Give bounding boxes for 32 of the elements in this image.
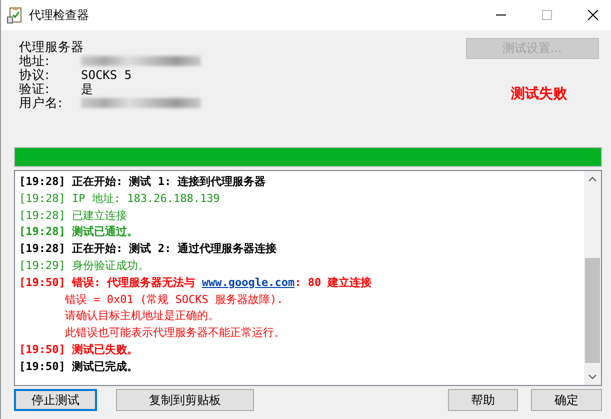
log-line: [19:29] 身份验证成功。	[19, 258, 149, 274]
log-line: [19:28] IP 地址: 183.26.188.139	[19, 190, 220, 207]
log-line: [19:50] 测试已完成。	[19, 358, 138, 375]
log-line: 请确认目标主机地址是正确的。	[65, 308, 219, 324]
log-line: [19:50] 错误: 代理服务器无法与 www.google.com: 80 建立连接	[19, 274, 372, 291]
log-line: [19:50] 测试已失败。	[19, 342, 138, 358]
dialog-button[interactable]: 复制到剪贴板	[116, 389, 254, 411]
link[interactable]: www.google.com	[202, 276, 295, 289]
clipboard-check-icon	[7, 6, 23, 24]
log-line: [19:28] 正在开始: 测试 1: 连接到代理服务器	[19, 174, 266, 190]
scroll-down-icon[interactable]	[588, 374, 597, 380]
scroll-up-icon[interactable]	[588, 176, 597, 182]
dialog-button[interactable]: 停止测试	[14, 389, 97, 411]
field-value: SOCKS 5	[81, 68, 132, 82]
close-icon[interactable]	[587, 9, 599, 21]
scroll-thumb[interactable]	[585, 258, 600, 363]
field-label: 用户名:	[19, 96, 64, 110]
log-line: [19:28] 正在开始: 测试 2: 通过代理服务器连接	[19, 241, 277, 258]
dialog-button[interactable]: 确定	[531, 389, 602, 411]
test-result: 测试失败	[510, 85, 567, 103]
log-line: [19:28] 已建立连接	[19, 208, 127, 224]
field-label: 协议:	[19, 68, 50, 82]
log-line: 此错误也可能表示代理服务器不能正常运行。	[65, 325, 285, 342]
log-line: 错误 = 0x01 (常规 SOCKS 服务器故障).	[65, 292, 284, 308]
window-title: 代理检查器	[29, 6, 89, 24]
field-value: 是	[81, 82, 93, 96]
section-heading: 代理服务器	[19, 40, 85, 54]
dialog-button[interactable]: 帮助	[448, 389, 518, 411]
log-line: [19:28] 测试已通过。	[19, 224, 138, 240]
scrollbar[interactable]	[584, 171, 601, 385]
field-label: 地址:	[19, 54, 50, 68]
field-label: 验证:	[19, 82, 50, 96]
